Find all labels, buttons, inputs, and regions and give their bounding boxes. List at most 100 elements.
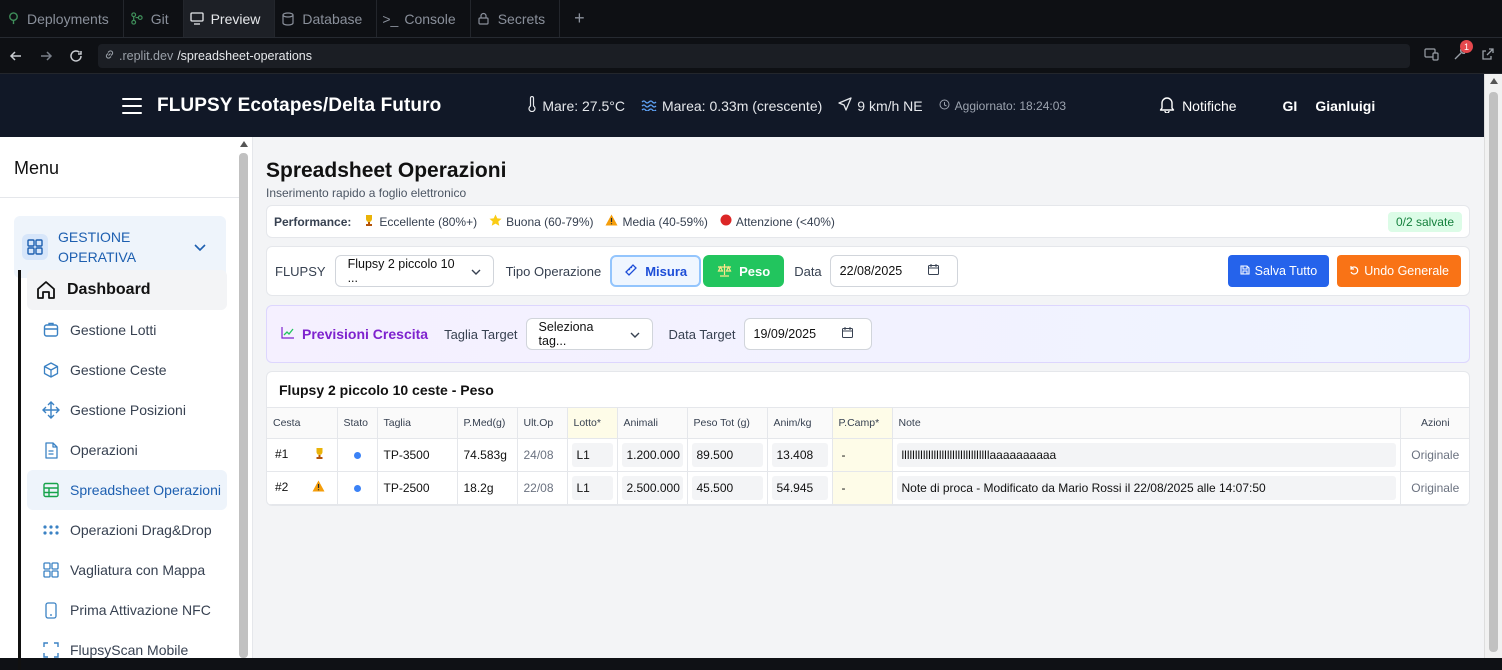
- performance-label: Performance:: [274, 214, 352, 229]
- devtools-icon[interactable]: 1: [1453, 40, 1473, 64]
- tab-preview[interactable]: Preview: [183, 0, 276, 37]
- divider: [0, 197, 240, 198]
- sidebar-item-flupsyscan-mobile[interactable]: FlupsyScan Mobile: [27, 630, 227, 670]
- devices-icon[interactable]: [1424, 47, 1439, 64]
- animkg-cell[interactable]: 13.408: [767, 438, 833, 472]
- open-external-icon[interactable]: [1481, 47, 1494, 64]
- updated-text: Aggiornato: 18:24:03: [954, 98, 1067, 113]
- table-row: #2 TP-2500 18.2g 22/08 L1 2.500.000 45.5…: [267, 471, 1469, 505]
- clock-icon: [939, 99, 950, 113]
- data-target-input[interactable]: 19/09/2025: [743, 318, 872, 350]
- tab-deployments[interactable]: Deployments: [0, 0, 124, 37]
- phone-icon: [42, 601, 60, 619]
- animali-input[interactable]: 1.200.000: [621, 442, 683, 467]
- sidebar-group-gestione-operativa[interactable]: GESTIONE OPERATIVA: [14, 216, 226, 278]
- cesta-cell[interactable]: #2: [267, 471, 338, 505]
- taglia-cell[interactable]: TP-3500: [377, 438, 458, 472]
- misura-button[interactable]: Misura: [610, 255, 702, 287]
- trophy-icon: [314, 447, 325, 463]
- column-header: Azioni: [1400, 408, 1469, 439]
- tab-console[interactable]: >_ Console: [377, 0, 471, 37]
- tide: Marea: 0.33m (crescente): [641, 98, 822, 114]
- sidebar-item-vagliatura-con-mappa[interactable]: Vagliatura con Mappa: [27, 550, 227, 590]
- back-arrow-icon[interactable]: [8, 48, 24, 64]
- pcamp-input[interactable]: -: [836, 475, 888, 500]
- column-header: Cesta: [267, 408, 338, 439]
- animali-cell[interactable]: 1.200.000: [617, 438, 688, 472]
- pcamp-input[interactable]: -: [836, 442, 888, 467]
- lotto-cell[interactable]: L1: [567, 438, 618, 472]
- peso-input[interactable]: 45.500: [691, 475, 763, 500]
- grid-icon: [42, 561, 60, 579]
- hamburger-menu-icon[interactable]: [122, 97, 142, 114]
- spreadsheet-table: Cesta Stato Taglia P.Med(g) Ult.Op Lotto…: [267, 408, 1469, 505]
- lotto-cell[interactable]: L1: [567, 471, 618, 505]
- misura-label: Misura: [645, 263, 688, 279]
- sidebar-item-gestione-posizioni[interactable]: Gestione Posizioni: [27, 390, 227, 430]
- new-tab-button[interactable]: +: [560, 0, 599, 37]
- forward-arrow-icon[interactable]: [38, 48, 54, 64]
- undo-button[interactable]: Undo Generale: [1337, 255, 1461, 287]
- star-icon: [489, 214, 502, 230]
- sidebar-item-operazioni[interactable]: Operazioni: [27, 430, 227, 470]
- column-header: Lotto*: [567, 408, 618, 439]
- group-label: GESTIONE OPERATIVA: [58, 229, 137, 265]
- tab-secrets[interactable]: Secrets: [471, 0, 561, 37]
- user-menu[interactable]: GI Gianluigi: [1283, 98, 1376, 114]
- thermometer-icon: [527, 95, 537, 115]
- navigation-icon: [838, 97, 852, 114]
- azioni-cell[interactable]: Originale: [1400, 438, 1469, 472]
- animkg-input[interactable]: 13.408: [771, 442, 828, 467]
- pcamp-cell[interactable]: -: [832, 438, 893, 472]
- animkg-input[interactable]: 54.945: [771, 475, 828, 500]
- peso-button[interactable]: Peso: [703, 255, 785, 287]
- lotto-input[interactable]: L1: [571, 475, 613, 500]
- calendar-icon: [842, 327, 854, 341]
- address-input[interactable]: .replit.dev/spreadsheet-operations: [98, 43, 1410, 68]
- ultop-cell: 22/08: [517, 471, 568, 505]
- sidebar-title: Menu: [14, 158, 60, 178]
- animali-cell[interactable]: 2.500.000: [617, 471, 688, 505]
- page-title: Spreadsheet Operazioni: [266, 159, 507, 182]
- note-input[interactable]: lllllllllllllllllllllllllllllllllaaaaaaa…: [896, 442, 1396, 467]
- data-date-input[interactable]: 22/08/2025: [829, 255, 958, 287]
- note-cell[interactable]: Note di proca - Modificato da Mario Ross…: [892, 471, 1401, 505]
- legend-item-attenzione: Attenzione (<40%): [720, 214, 835, 229]
- azioni-cell[interactable]: Originale: [1400, 471, 1469, 505]
- sidebar-item-operazioni-drag-drop[interactable]: Operazioni Drag&Drop: [27, 510, 227, 550]
- taglia-target-select[interactable]: Seleziona tag...: [525, 318, 653, 350]
- page-scrollbar[interactable]: [1484, 74, 1502, 658]
- pcamp-cell[interactable]: -: [832, 471, 893, 505]
- sidebar-item-gestione-lotti[interactable]: Gestione Lotti: [27, 310, 227, 350]
- tab-git[interactable]: Git: [124, 0, 184, 37]
- animali-input[interactable]: 2.500.000: [621, 475, 683, 500]
- scale-icon: [717, 263, 732, 280]
- sidebar-item-spreadsheet-operazioni[interactable]: Spreadsheet Operazioni: [27, 470, 227, 510]
- status-dot: [353, 484, 361, 492]
- animkg-cell[interactable]: 54.945: [767, 471, 833, 505]
- taglia-cell[interactable]: TP-2500: [377, 471, 458, 505]
- sidebar-item-prima-attivazione-nfc[interactable]: Prima Attivazione NFC: [27, 590, 227, 630]
- wind: 9 km/h NE: [838, 97, 923, 114]
- note-cell[interactable]: lllllllllllllllllllllllllllllllllaaaaaaa…: [892, 438, 1401, 472]
- peso-cell[interactable]: 89.500: [687, 438, 768, 472]
- peso-cell[interactable]: 45.500: [687, 471, 768, 505]
- previsioni-title: Previsioni Crescita: [281, 326, 428, 342]
- sidebar-scrollbar[interactable]: [239, 139, 248, 658]
- package-icon: [42, 361, 60, 379]
- home-icon: [35, 279, 57, 301]
- notifications-button[interactable]: Notifiche: [1159, 96, 1237, 116]
- flupsy-select[interactable]: Flupsy 2 piccolo 10 ...: [334, 255, 494, 287]
- tab-database[interactable]: Database: [275, 0, 378, 37]
- reload-icon[interactable]: [68, 48, 84, 64]
- note-input[interactable]: Note di proca - Modificato da Mario Ross…: [896, 475, 1396, 500]
- peso-input[interactable]: 89.500: [691, 442, 763, 467]
- lotto-input[interactable]: L1: [571, 442, 613, 467]
- save-all-button[interactable]: Salva Tutto: [1227, 255, 1330, 287]
- data-date-value: 22/08/2025: [839, 264, 903, 278]
- sidebar-item-gestione-ceste[interactable]: Gestione Ceste: [27, 350, 227, 390]
- sidebar-item-dashboard[interactable]: Dashboard: [27, 270, 227, 310]
- chevron-down-icon: [194, 240, 206, 255]
- cesta-cell[interactable]: #1: [267, 438, 338, 472]
- previsioni-crescita-panel: Previsioni Crescita Taglia Target Selezi…: [266, 305, 1470, 363]
